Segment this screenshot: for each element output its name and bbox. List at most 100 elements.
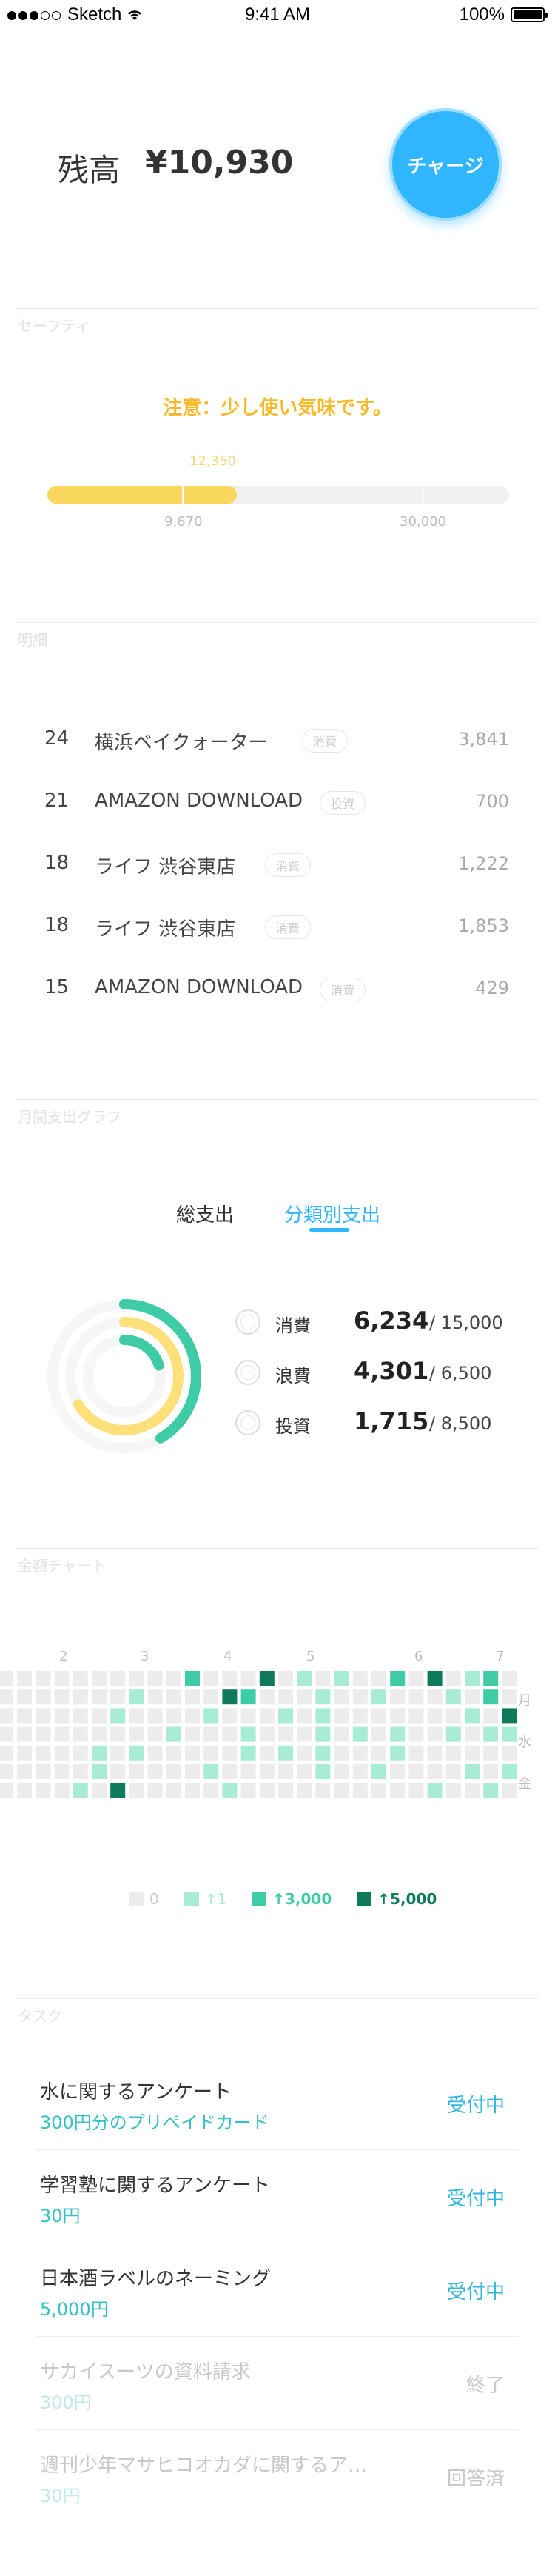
- heatmap-cell: [36, 1671, 51, 1686]
- heatmap-cell: [297, 1783, 312, 1798]
- heatmap-cell: [92, 1745, 107, 1761]
- heatmap-cell: [390, 1783, 406, 1798]
- tab-by-category[interactable]: 分類別支出: [284, 1200, 380, 1227]
- heatmap-cell: [54, 1783, 70, 1798]
- tab-active-indicator: [309, 1228, 349, 1232]
- heatmap-cell: [259, 1708, 275, 1724]
- heatmap-cell: [315, 1708, 331, 1724]
- task-item[interactable]: 日本酒ラベルのネーミング 5,000円 受付中: [36, 2243, 519, 2337]
- transaction-row[interactable]: 18 ライフ 渋谷東店 消費 1,222: [0, 832, 555, 895]
- heatmap-cell: [334, 1783, 349, 1798]
- heatmap-cell: [54, 1764, 70, 1779]
- heatmap-cell: [110, 1689, 126, 1705]
- heatmap-cell: [483, 1745, 499, 1761]
- heatmap-cell: [147, 1745, 163, 1761]
- heatmap-cell: [129, 1745, 144, 1761]
- heatmap-cell: [427, 1708, 443, 1724]
- heatmap-cell: [427, 1783, 443, 1798]
- heatmap-cell: [17, 1764, 33, 1779]
- heatmap-cell: [297, 1671, 312, 1686]
- heatmap-cell: [297, 1708, 312, 1724]
- section-title-safety: セーフティ: [18, 317, 90, 335]
- task-item[interactable]: サカイスーツの資料請求 300円 終了: [36, 2336, 519, 2430]
- charge-button[interactable]: チャージ: [389, 108, 502, 221]
- heatmap-cell: [315, 1671, 331, 1686]
- task-item[interactable]: 学習塾に関するアンケート 30円 受付中: [36, 2149, 519, 2243]
- heatmap-cell: [129, 1726, 144, 1742]
- section-divider: [16, 622, 539, 623]
- heatmap-cell: [483, 1726, 499, 1742]
- category-max: / 15,000: [429, 1312, 503, 1333]
- heatmap-cell: [315, 1783, 331, 1798]
- transaction-row[interactable]: 21 AMAZON DOWNLOAD 投資 700: [0, 770, 555, 832]
- heatmap-cell: [185, 1783, 200, 1798]
- task-title: 水に関するアンケート: [40, 2081, 232, 2103]
- heatmap-cell: [297, 1745, 312, 1761]
- category-ring-chart: [47, 1299, 201, 1453]
- heatmap-cell: [408, 1783, 424, 1798]
- task-status: 受付中: [446, 2095, 505, 2117]
- heatmap-cell: [185, 1671, 200, 1686]
- transaction-name: 横浜ベイクォーター: [95, 732, 268, 754]
- heatmap-cell: [222, 1708, 238, 1724]
- heatmap-cell: [0, 1708, 13, 1724]
- heatmap-cell: [297, 1726, 312, 1742]
- task-reward: 30円: [40, 2206, 81, 2226]
- heatmap-cell: [445, 1671, 461, 1686]
- heatmap-cell: [427, 1745, 443, 1761]
- task-item[interactable]: 週刊少年マサヒコオカダに関するア… 30円 回答済: [36, 2429, 519, 2523]
- heatmap-cell: [147, 1764, 163, 1779]
- heatmap-cell: [54, 1726, 70, 1742]
- heatmap-cell: [92, 1764, 107, 1779]
- heatmap-cell: [147, 1783, 163, 1798]
- heatmap-cell: [204, 1671, 219, 1686]
- category-value: 4,301: [354, 1357, 429, 1385]
- legend-swatch: [252, 1892, 267, 1906]
- heatmap-cell: [352, 1726, 368, 1742]
- transaction-day: 21: [44, 790, 70, 812]
- heatmap-cell: [408, 1726, 424, 1742]
- transaction-row[interactable]: 18 ライフ 渋谷東店 消費 1,853: [0, 895, 555, 957]
- battery-icon: [511, 7, 548, 22]
- heatmap-cell: [185, 1764, 200, 1779]
- task-title: サカイスーツの資料請求: [40, 2361, 251, 2383]
- heatmap-cell: [390, 1745, 406, 1761]
- tab-total[interactable]: 総支出: [176, 1200, 234, 1227]
- heatmap-cell: [278, 1764, 293, 1779]
- heatmap-cell: [110, 1783, 126, 1798]
- heatmap-cell: [204, 1745, 219, 1761]
- heatmap-cell: [278, 1671, 293, 1686]
- task-title: 学習塾に関するアンケート: [40, 2175, 270, 2197]
- investment-icon: [235, 1410, 260, 1435]
- category-value: 1,715: [354, 1407, 429, 1435]
- task-item[interactable]: 水に関するアンケート 300円分のプリペイドカード 受付中: [36, 2056, 519, 2150]
- task-reward: 300円: [40, 2392, 92, 2413]
- heatmap-cell: [502, 1726, 517, 1742]
- heatmap-cell: [445, 1764, 461, 1779]
- gauge-current-label: 12,350: [189, 453, 236, 469]
- heatmap-cell: [390, 1764, 406, 1779]
- status-bar: Sketch 9:41 AM 100%: [0, 0, 555, 30]
- heatmap-cell: [259, 1745, 275, 1761]
- heatmap-cell: [502, 1764, 517, 1779]
- heatmap-cell: [278, 1689, 293, 1705]
- legend-swatch: [184, 1892, 199, 1906]
- heatmap-cell: [185, 1745, 200, 1761]
- heatmap-cell: [92, 1689, 107, 1705]
- heatmap-cell: [36, 1726, 51, 1742]
- heatmap-cell: [17, 1726, 33, 1742]
- heatmap-cell: [166, 1783, 181, 1798]
- heatmap-cell: [334, 1689, 349, 1705]
- transaction-row[interactable]: 15 AMAZON DOWNLOAD 消費 429: [0, 957, 555, 1019]
- heatmap-cell: [483, 1689, 499, 1705]
- heatmap-cell: [427, 1671, 443, 1686]
- transaction-row[interactable]: 24 横浜ベイクォーター 消費 3,841: [0, 708, 555, 770]
- heatmap-cell: [36, 1689, 51, 1705]
- heatmap-cell: [465, 1671, 480, 1686]
- heatmap-cell: [371, 1689, 386, 1705]
- transaction-day: 24: [44, 727, 70, 750]
- gauge-max-marker: [422, 486, 423, 504]
- month-label: 4: [223, 1649, 232, 1664]
- heatmap-cell: [185, 1726, 200, 1742]
- heatmap-cell: [390, 1689, 406, 1705]
